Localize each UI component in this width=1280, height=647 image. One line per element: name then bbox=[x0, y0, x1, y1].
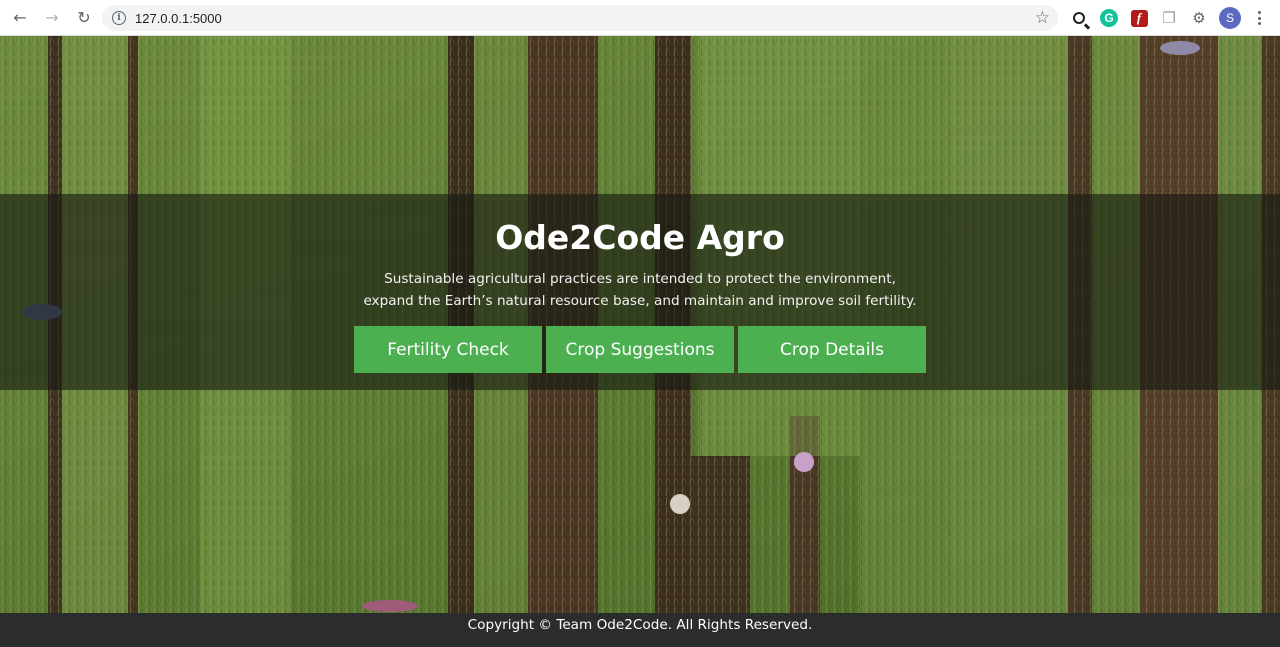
reload-icon[interactable]: ↻ bbox=[70, 4, 98, 32]
browser-toolbar: ← → ↻ i 127.0.0.1:5000 ☆ G f ❐ ⚙ S bbox=[0, 0, 1280, 36]
copy-icon[interactable]: ❐ bbox=[1159, 8, 1179, 28]
copyright-text: Copyright © Team Ode2Code. All Rights Re… bbox=[467, 617, 813, 633]
zoom-icon[interactable] bbox=[1069, 8, 1091, 30]
address-bar[interactable]: i 127.0.0.1:5000 ☆ bbox=[102, 5, 1058, 31]
footer: Copyright © Team Ode2Code. All Rights Re… bbox=[0, 613, 1280, 647]
avatar[interactable]: S bbox=[1219, 7, 1241, 29]
crop-details-button[interactable]: Crop Details bbox=[738, 326, 926, 373]
action-buttons: Fertility Check Crop Suggestions Crop De… bbox=[354, 326, 926, 373]
star-icon[interactable]: ☆ bbox=[1035, 8, 1050, 28]
info-icon[interactable]: i bbox=[112, 11, 126, 25]
grammarly-icon[interactable]: G bbox=[1099, 8, 1119, 28]
url-text[interactable]: 127.0.0.1:5000 bbox=[135, 11, 222, 26]
subtitle-line-1: Sustainable agricultural practices are i… bbox=[384, 271, 896, 287]
hero-section bbox=[0, 36, 1280, 613]
forward-icon[interactable]: → bbox=[38, 4, 66, 32]
puzzle-icon[interactable]: ⚙ bbox=[1189, 8, 1209, 28]
page-title: Ode2Code Agro bbox=[495, 218, 785, 257]
subtitle-line-2: expand the Earth’s natural resource base… bbox=[363, 293, 917, 309]
fertility-check-button[interactable]: Fertility Check bbox=[354, 326, 542, 373]
crop-suggestions-button[interactable]: Crop Suggestions bbox=[546, 326, 734, 373]
flash-icon[interactable]: f bbox=[1129, 8, 1149, 28]
back-icon[interactable]: ← bbox=[6, 4, 34, 32]
menu-icon[interactable] bbox=[1251, 9, 1267, 27]
hero-subtitle: Sustainable agricultural practices are i… bbox=[340, 268, 940, 312]
